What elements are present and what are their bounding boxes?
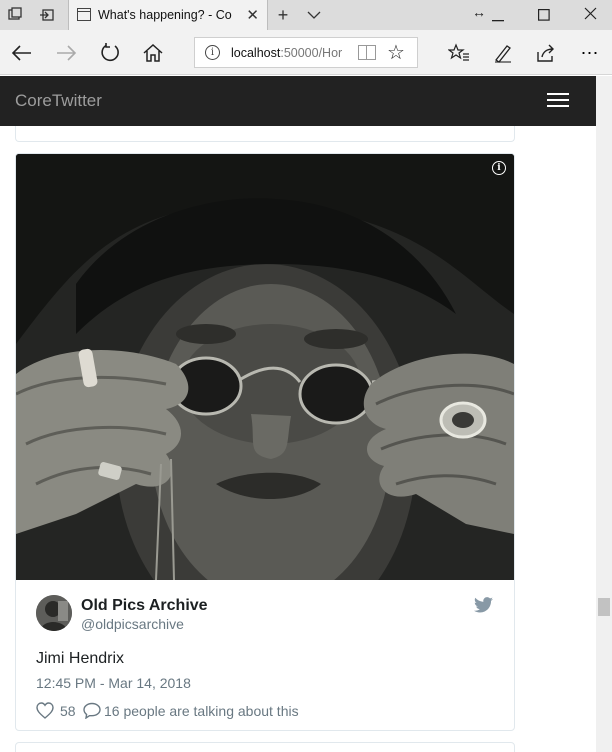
tweet-timestamp[interactable]: 12:45 PM - Mar 14, 2018 — [36, 675, 191, 691]
resize-arrows-icon: ↔ — [472, 4, 486, 20]
web-note-pen-icon[interactable] — [490, 40, 516, 66]
tabs-aside-icon[interactable] — [6, 6, 24, 24]
tweet-text: Jimi Hendrix — [36, 650, 125, 667]
more-options-icon[interactable]: ⋯ — [577, 40, 603, 66]
favorites-list-icon[interactable] — [446, 40, 472, 66]
scrollbar-thumb[interactable] — [598, 598, 610, 616]
tweet-card[interactable]: i Old Pics Archive @oldpicsarchive Jimi … — [15, 153, 515, 731]
like-heart-icon[interactable] — [36, 702, 54, 722]
brand-link[interactable]: CoreTwitter — [15, 91, 102, 111]
page-icon — [77, 8, 91, 21]
site-navbar: CoreTwitter — [0, 76, 596, 126]
like-count: 58 — [60, 703, 76, 719]
maximize-icon[interactable] — [538, 8, 550, 24]
set-tabs-aside-icon[interactable] — [38, 6, 56, 24]
page-scrollbar[interactable] — [596, 76, 612, 752]
url-text: localhost:50000/Hor — [231, 46, 343, 60]
url-host: localhost — [231, 46, 281, 60]
forward-arrow-icon[interactable] — [54, 40, 80, 66]
home-icon[interactable] — [140, 40, 166, 66]
close-window-icon[interactable] — [584, 7, 597, 23]
refresh-icon[interactable] — [97, 40, 123, 66]
talking-count[interactable]: 16 people are talking about this — [104, 703, 299, 719]
photo-info-icon[interactable]: i — [492, 161, 506, 175]
minimize-icon[interactable] — [492, 9, 504, 25]
author-name[interactable]: Old Pics Archive — [81, 597, 208, 615]
tab-title: What's happening? - Co — [98, 8, 232, 22]
address-toolbar: i localhost:50000/Hor ☆ ⋯ — [0, 30, 612, 75]
site-info-icon[interactable]: i — [205, 45, 220, 60]
portrait-illustration — [16, 154, 514, 580]
browser-tab-bar: What's happening? - Co ✕ + ↔ — [0, 0, 612, 30]
new-tab-icon[interactable]: + — [274, 5, 292, 25]
menu-hamburger-icon[interactable] — [547, 93, 571, 111]
url-rest: :50000/Hor — [280, 46, 343, 60]
author-handle[interactable]: @oldpicsarchive — [81, 616, 184, 632]
author-avatar[interactable] — [36, 595, 72, 631]
address-bar[interactable]: i localhost:50000/Hor ☆ — [194, 37, 418, 68]
tweet-photo[interactable]: i — [16, 154, 514, 580]
twitter-bird-icon[interactable] — [474, 597, 493, 618]
next-tweet-card — [15, 742, 515, 752]
reply-bubble-icon[interactable] — [83, 702, 101, 722]
favorite-star-icon[interactable]: ☆ — [387, 40, 405, 65]
browser-tab[interactable]: What's happening? - Co ✕ — [68, 0, 268, 30]
reading-view-icon[interactable] — [358, 45, 376, 60]
page-viewport: i Old Pics Archive @oldpicsarchive Jimi … — [0, 76, 596, 752]
close-tab-icon[interactable]: ✕ — [246, 6, 259, 24]
tab-list-chevron-icon[interactable] — [305, 6, 323, 24]
back-arrow-icon[interactable] — [8, 40, 34, 66]
share-icon[interactable] — [533, 40, 559, 66]
